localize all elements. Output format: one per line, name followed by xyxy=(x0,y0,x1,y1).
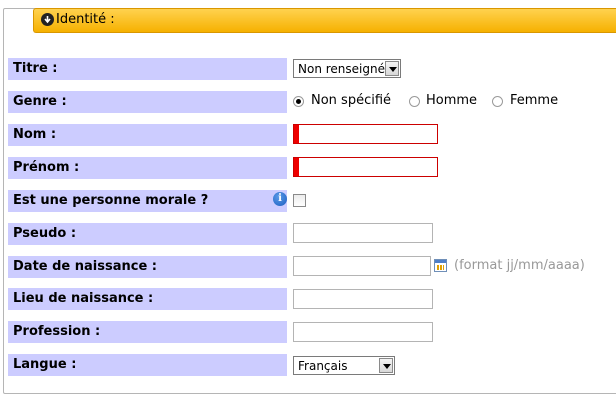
date-naissance-label: Date de naissance : xyxy=(8,256,287,278)
chevron-down-icon xyxy=(385,61,399,76)
nom-input[interactable] xyxy=(293,124,438,144)
pseudo-input[interactable] xyxy=(293,223,433,243)
genre-radio-femme[interactable] xyxy=(492,96,503,107)
genre-option-femme: Femme xyxy=(510,93,559,108)
langue-value: Français xyxy=(298,359,348,373)
required-marker xyxy=(294,158,299,176)
genre-label: Genre : xyxy=(8,91,287,113)
titre-value: Non renseigné xyxy=(298,62,385,76)
prenom-label: Prénom : xyxy=(8,157,287,179)
personne-morale-checkbox[interactable] xyxy=(293,194,306,207)
langue-select[interactable]: Français xyxy=(293,356,395,375)
chevron-down-icon xyxy=(379,358,393,373)
langue-label: Langue : xyxy=(8,354,287,376)
info-icon[interactable]: i xyxy=(273,192,287,206)
genre-radio-homme[interactable] xyxy=(409,96,420,107)
titre-select[interactable]: Non renseigné xyxy=(293,59,401,78)
genre-option-non-specifie: Non spécifié xyxy=(311,93,392,108)
nom-label: Nom : xyxy=(8,124,287,146)
prenom-input[interactable] xyxy=(293,157,438,177)
profession-label: Profession : xyxy=(8,321,287,343)
calendar-icon[interactable] xyxy=(434,259,447,272)
section-header[interactable] xyxy=(33,8,616,33)
date-naissance-input[interactable] xyxy=(293,256,431,276)
genre-option-homme: Homme xyxy=(426,93,478,108)
section-title: Identité : xyxy=(56,12,115,27)
genre-radio-non-specifie[interactable] xyxy=(293,96,304,107)
collapse-icon[interactable] xyxy=(41,13,54,26)
lieu-naissance-input[interactable] xyxy=(293,289,433,309)
pseudo-label: Pseudo : xyxy=(8,223,287,245)
personne-morale-label: Est une personne morale ? xyxy=(8,190,287,212)
profession-input[interactable] xyxy=(293,322,433,342)
required-marker xyxy=(294,125,299,143)
lieu-naissance-label: Lieu de naissance : xyxy=(8,288,287,310)
titre-label: Titre : xyxy=(8,58,287,80)
date-format-hint: (format jj/mm/aaaa) xyxy=(454,258,585,273)
